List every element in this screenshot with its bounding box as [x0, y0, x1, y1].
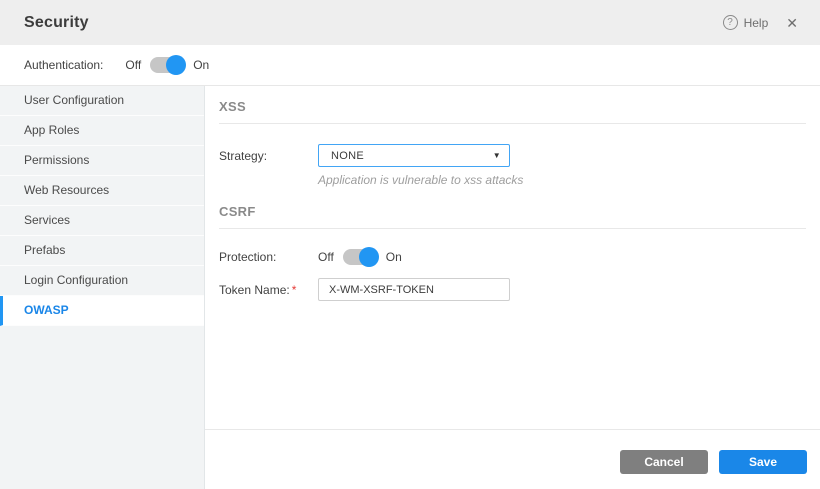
- close-icon[interactable]: ✕: [786, 16, 798, 30]
- strategy-selected-value: NONE: [331, 150, 364, 162]
- protection-row: Protection: Off On: [219, 249, 806, 265]
- security-dialog: Security ? Help ✕ Authentication: Off On…: [0, 0, 820, 489]
- authentication-on-label: On: [193, 58, 209, 72]
- authentication-toggle-group: Off On: [125, 57, 209, 73]
- toggle-knob: [359, 247, 379, 267]
- sidebar-item-owasp[interactable]: OWASP: [0, 296, 204, 326]
- titlebar-actions: ? Help ✕: [723, 15, 798, 30]
- sidebar-item-prefabs[interactable]: Prefabs: [0, 236, 204, 266]
- required-marker: *: [292, 283, 297, 297]
- sidebar-item-services[interactable]: Services: [0, 206, 204, 236]
- sidebar-item-permissions[interactable]: Permissions: [0, 146, 204, 176]
- chevron-down-icon: ▼: [493, 151, 501, 160]
- save-button[interactable]: Save: [719, 450, 807, 474]
- toggle-knob: [166, 55, 186, 75]
- owasp-content: XSS Strategy: NONE ▼ Application is vuln…: [205, 86, 820, 301]
- dialog-body: User Configuration App Roles Permissions…: [0, 86, 820, 489]
- sidebar-item-login-configuration[interactable]: Login Configuration: [0, 266, 204, 296]
- protection-toggle[interactable]: [343, 249, 377, 265]
- strategy-row: Strategy: NONE ▼: [219, 144, 806, 167]
- xss-hint-text: Application is vulnerable to xss attacks: [318, 173, 806, 187]
- sidebar-item-app-roles[interactable]: App Roles: [0, 116, 204, 146]
- authentication-label: Authentication:: [24, 58, 103, 72]
- csrf-section-title: CSRF: [219, 204, 806, 219]
- help-icon: ?: [723, 15, 738, 30]
- help-label: Help: [744, 16, 769, 30]
- cancel-button[interactable]: Cancel: [620, 450, 708, 474]
- protection-on-label: On: [386, 250, 402, 264]
- strategy-select[interactable]: NONE ▼: [318, 144, 510, 167]
- csrf-divider: [219, 228, 806, 229]
- authentication-toggle[interactable]: [150, 57, 184, 73]
- token-name-label: Token Name:*: [219, 283, 318, 297]
- sidebar-item-user-configuration[interactable]: User Configuration: [0, 86, 204, 116]
- protection-label: Protection:: [219, 250, 318, 264]
- authentication-row: Authentication: Off On: [0, 45, 820, 86]
- page-title: Security: [24, 14, 89, 32]
- strategy-label: Strategy:: [219, 149, 318, 163]
- sidebar-item-web-resources[interactable]: Web Resources: [0, 176, 204, 206]
- help-button[interactable]: ? Help: [723, 15, 769, 30]
- token-name-label-text: Token Name:: [219, 283, 290, 297]
- footer-bar: Cancel Save: [205, 429, 820, 489]
- protection-off-label: Off: [318, 250, 334, 264]
- protection-toggle-group: Off On: [318, 249, 402, 265]
- xss-section-header: XSS: [219, 99, 806, 124]
- main-panel: XSS Strategy: NONE ▼ Application is vuln…: [205, 86, 820, 489]
- xss-section-title: XSS: [219, 99, 806, 114]
- xss-divider: [219, 123, 806, 124]
- csrf-section-header: CSRF: [219, 204, 806, 229]
- authentication-off-label: Off: [125, 58, 141, 72]
- titlebar: Security ? Help ✕: [0, 0, 820, 45]
- token-name-input[interactable]: [318, 278, 510, 301]
- sidebar: User Configuration App Roles Permissions…: [0, 86, 205, 489]
- token-name-row: Token Name:*: [219, 278, 806, 301]
